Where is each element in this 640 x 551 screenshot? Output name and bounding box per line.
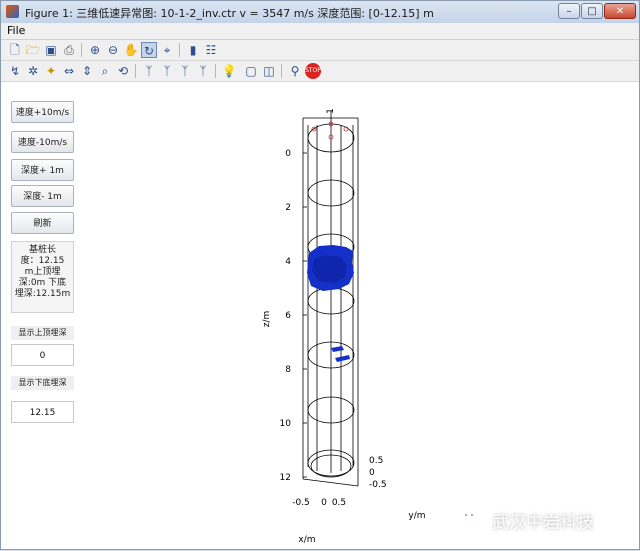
- z-tick-label: 4: [285, 257, 291, 267]
- wechat-icon: [460, 509, 484, 528]
- y-axis-label: y/m: [408, 511, 425, 521]
- top-tick-label: 1: [326, 108, 336, 114]
- x-axis-label: x/m: [298, 535, 315, 545]
- pile-frame: [302, 111, 359, 487]
- plot-3d[interactable]: 1 0 2 4 6 8 10 12 z/m -0.5 0 0.5 x/m 0.5 0 -0.…: [1, 1, 640, 551]
- z-tick-label: 6: [285, 311, 291, 321]
- low-velocity-anomaly: [307, 245, 354, 362]
- z-tick-label: 2: [285, 203, 291, 213]
- x-axis: -0.5 0 0.5: [292, 498, 346, 508]
- z-tick-label: 0: [285, 149, 291, 159]
- x-tick-label: 0: [321, 498, 327, 508]
- watermark-text: 武汉中岩科技: [492, 513, 594, 533]
- figure-window: Figure 1: 三维低速异常图: 10-1-2_inv.ctr v = 35…: [0, 0, 640, 550]
- y-tick-label: -0.5: [369, 480, 387, 490]
- x-tick-label: 0.5: [332, 498, 346, 508]
- x-tick-label: -0.5: [292, 498, 310, 508]
- y-tick-label: 0.5: [369, 456, 383, 466]
- z-tick-label: 8: [285, 365, 291, 375]
- z-axis-label: z/m: [262, 311, 272, 328]
- y-tick-label: 0: [369, 468, 375, 478]
- y-axis: 0.5 0 -0.5: [369, 456, 387, 490]
- z-tick-label: 10: [280, 419, 292, 429]
- z-tick-label: 12: [280, 473, 291, 483]
